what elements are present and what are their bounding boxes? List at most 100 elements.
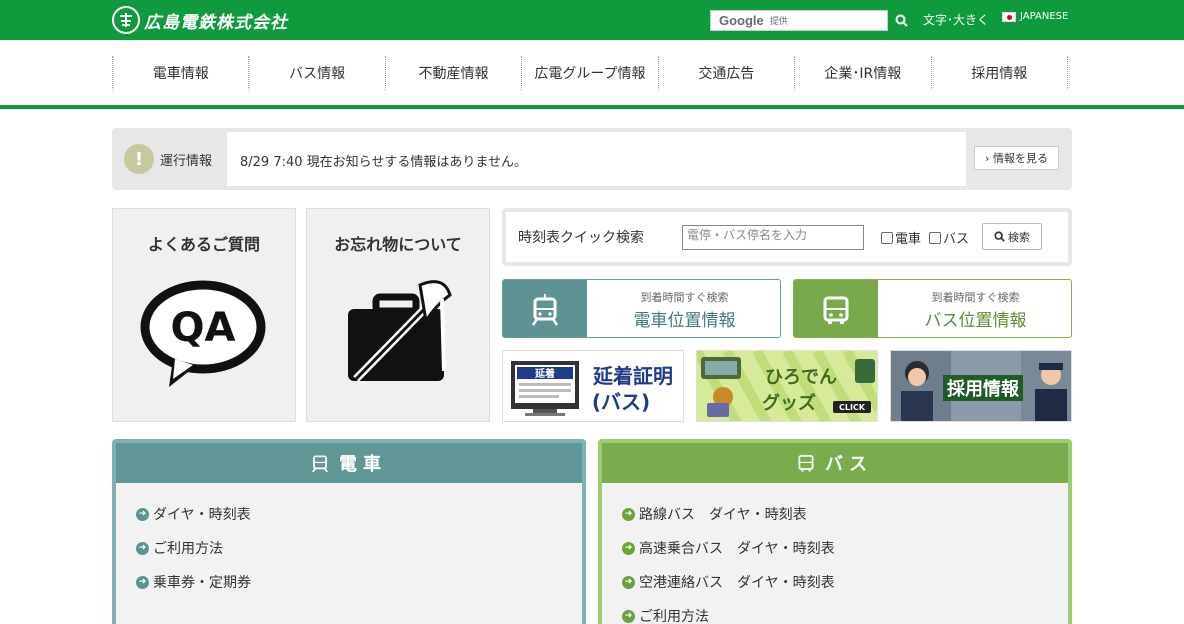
timetable-search-inner: 時刻表クイック検索 電停・バス停名を入力 電車 バス 検索 [506,212,1068,262]
bus-link-label: ご利用方法 [639,609,709,624]
search-button[interactable] [892,10,910,30]
lost-items-tile[interactable]: お忘れ物について [306,208,490,422]
bus-icon [794,280,878,337]
main-nav: 電車情報 バス情報 不動産情報 広電グループ情報 交通広告 企業･IR情報 採用… [112,56,1068,90]
bus-location-subtitle: 到着時間すぐ検索 [931,291,1020,304]
delay-title-top: 延着証明 [592,364,673,388]
train-checkbox[interactable] [881,231,893,244]
train-checkbox-group[interactable]: 電車 [881,228,921,247]
timetable-search: 時刻表クイック検索 電停・バス停名を入力 電車 バス 検索 [502,208,1072,266]
faq-tile[interactable]: よくあるご質問 QA [112,208,296,422]
delay-badge: 延着 [534,367,555,380]
train-section-header: 電車 [116,443,582,483]
train-location-link[interactable]: 到着時間すぐ検索 電車位置情報 [502,279,781,338]
qa-icon-text: QA [171,305,236,351]
goods-banner[interactable]: ひろでん グッズ CLICK [696,350,878,422]
arrow-right-circle-icon: ➜ [622,575,635,589]
click-badge: CLICK [839,403,866,412]
tram-icon [312,455,328,473]
logo-text: 広島電鉄株式会社 [144,12,288,33]
bus-link-label: 高速乗合バス ダイヤ・時刻表 [639,541,835,557]
nav-item-advertising[interactable]: 交通広告 [657,56,794,90]
timetable-search-button[interactable]: 検索 [982,223,1042,250]
service-info-bar: ! 運行情報 8/29 7:40 現在お知らせする情報はありません。 › 情報を… [112,128,1072,190]
nav-item-group[interactable]: 広電グループ情報 [521,56,657,90]
bus-location-link[interactable]: 到着時間すぐ検索 バス位置情報 [793,279,1072,338]
site-search-input[interactable]: Google 提供 [710,10,888,31]
bus-checkbox[interactable] [929,231,941,244]
train-section: 電車 ➜ ダイヤ・時刻表 ➜ ご利用方法 ➜ 乗車券・定期券 [112,439,586,624]
arrow-right-circle-icon: ➜ [136,575,149,589]
bus-section-header: バス [602,443,1068,483]
nav-item-train[interactable]: 電車情報 [112,56,248,90]
bus-link-route-timetable[interactable]: ➜ 路線バス ダイヤ・時刻表 [622,497,1068,531]
train-location-title: 電車位置情報 [633,311,736,331]
chevron-right-icon: › [985,151,993,165]
recruit-title: 採用情報 [947,378,1020,400]
recruit-banner[interactable]: 採用情報 [890,350,1072,422]
bus-link-highway-timetable[interactable]: ➜ 高速乗合バス ダイヤ・時刻表 [622,531,1068,565]
service-info-label: 運行情報 [160,153,213,169]
faq-title: よくあるご質問 [147,235,260,254]
train-section-body: ➜ ダイヤ・時刻表 ➜ ご利用方法 ➜ 乗車券・定期券 [116,483,582,624]
nav-item-corporate-ir[interactable]: 企業･IR情報 [794,56,930,90]
train-link-label: 乗車券・定期券 [153,575,251,591]
language-link[interactable]: JAPANESE [1002,11,1068,22]
train-link-timetable[interactable]: ➜ ダイヤ・時刻表 [136,497,582,531]
train-section-title: 電車 [339,454,387,475]
train-link-label: ご利用方法 [153,541,223,557]
delay-certificate-banner[interactable]: 延着 延着証明 (バス) [502,350,684,422]
arrow-right-circle-icon: ➜ [622,507,635,521]
site-header: 広島電鉄株式会社 Google 提供 文字･大きく JAPANESE [0,0,1184,40]
bus-checkbox-group[interactable]: バス [929,228,969,247]
bus-location-title: バス位置情報 [924,311,1027,331]
goods-title-top: ひろでん [765,367,837,388]
font-size-link[interactable]: 文字･大きく [923,11,989,28]
bus-section: バス ➜ 路線バス ダイヤ・時刻表 ➜ 高速乗合バス ダイヤ・時刻表 ➜ 空港連… [598,439,1072,624]
tram-icon [503,280,587,337]
nav-divider [0,105,1184,109]
goods-title-bottom: グッズ [762,392,816,414]
timetable-search-label: 時刻表クイック検索 [518,230,644,246]
service-info-button-wrap: › 情報を見る [966,132,1068,186]
bag-umbrella-icon [307,275,489,385]
service-info-inner: ! 運行情報 8/29 7:40 現在お知らせする情報はありません。 › 情報を… [116,132,1068,186]
company-logo-icon [112,6,140,34]
arrow-right-circle-icon: ➜ [136,541,149,555]
language-label: JAPANESE [1020,11,1069,22]
nav-item-recruit[interactable]: 採用情報 [930,56,1068,90]
timetable-search-button-label: 検索 [1008,230,1030,244]
nav-item-real-estate[interactable]: 不動産情報 [384,56,521,90]
arrow-right-circle-icon: ➜ [136,507,149,521]
bus-checkbox-label: バス [943,232,970,247]
delay-title-bottom: (バス) [592,390,650,414]
train-link-how-to-use[interactable]: ➜ ご利用方法 [136,531,582,565]
bus-link-airport-timetable[interactable]: ➜ 空港連絡バス ダイヤ・時刻表 [622,565,1068,599]
train-checkbox-label: 電車 [895,232,922,247]
service-info-message: 8/29 7:40 現在お知らせする情報はありません。 [240,155,528,170]
train-location-subtitle: 到着時間すぐ検索 [640,291,729,304]
search-icon [994,231,1005,242]
arrow-right-circle-icon: ➜ [622,609,635,623]
view-info-button[interactable]: › 情報を見る [974,146,1059,170]
bus-section-body: ➜ 路線バス ダイヤ・時刻表 ➜ 高速乗合バス ダイヤ・時刻表 ➜ 空港連絡バス… [602,483,1068,624]
speech-bubble-icon: QA [113,275,295,395]
bus-icon [798,454,814,472]
bus-link-how-to-use[interactable]: ➜ ご利用方法 [622,599,1068,624]
bus-link-label: 空港連絡バス ダイヤ・時刻表 [639,575,835,591]
service-info-label-wrap: ! 運行情報 [116,132,227,186]
view-info-label: 情報を見る [992,152,1048,165]
nav-item-bus[interactable]: バス情報 [248,56,384,90]
train-link-label: ダイヤ・時刻表 [153,507,251,523]
exclamation-icon: ! [124,144,154,174]
stop-name-input[interactable]: 電停・バス停名を入力 [682,225,864,250]
search-icon [895,14,908,27]
arrow-right-circle-icon: ➜ [622,541,635,555]
lost-items-title: お忘れ物について [334,235,462,254]
train-link-tickets[interactable]: ➜ 乗車券・定期券 [136,565,582,599]
japan-flag-icon [1002,11,1016,22]
search-brand: Google [719,13,764,28]
bus-link-label: 路線バス ダイヤ・時刻表 [639,507,807,523]
bus-section-title: バス [825,454,873,475]
site-logo[interactable]: 広島電鉄株式会社 [112,6,288,34]
